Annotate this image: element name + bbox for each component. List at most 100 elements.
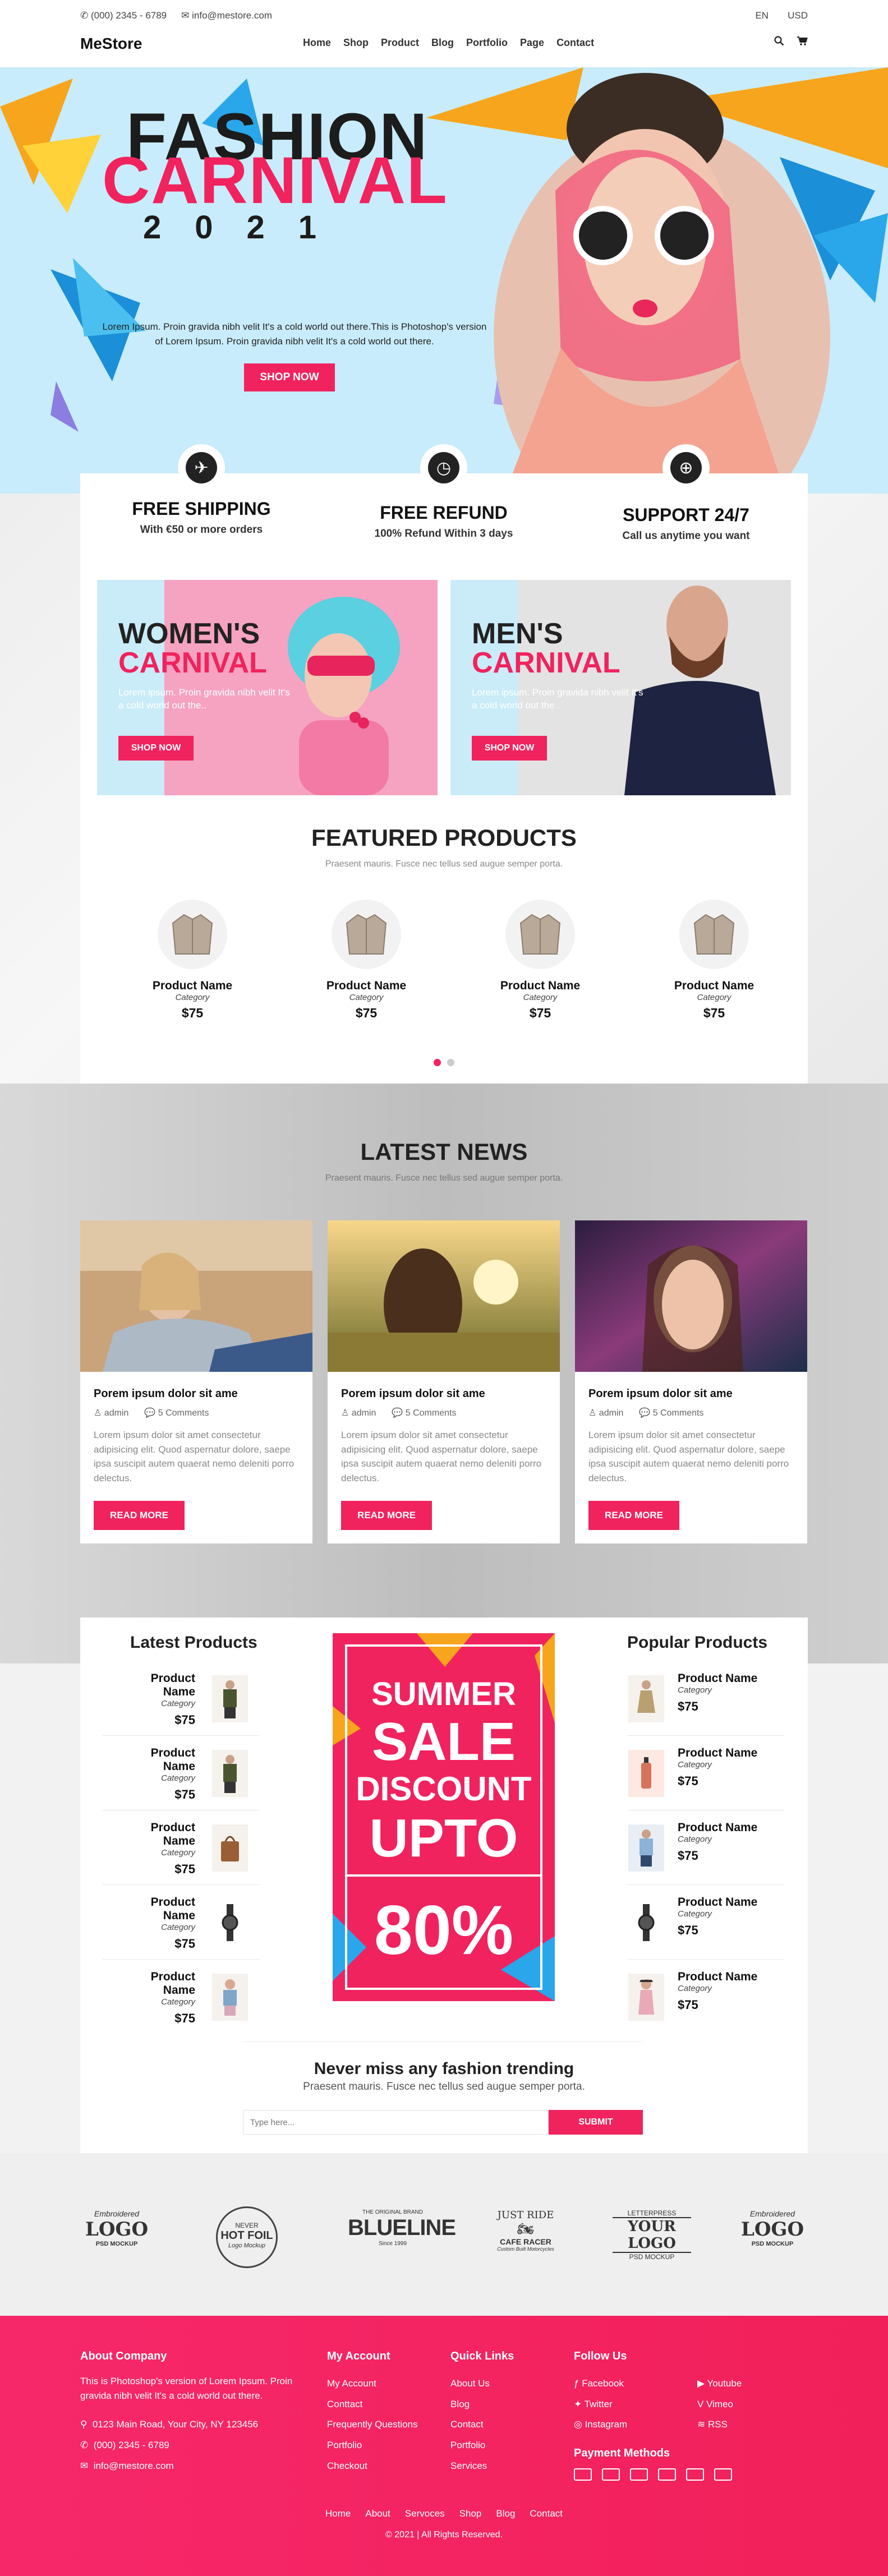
product-name[interactable]: Product Name <box>119 1672 195 1699</box>
nav-portfolio[interactable]: Portfolio <box>466 37 508 49</box>
popular-product-item[interactable]: Product Name Category $75 <box>627 1892 784 1960</box>
product-thumbnail[interactable] <box>212 1750 248 1797</box>
social-instagram[interactable]: ◎ Instagram <box>574 2419 627 2430</box>
product-name[interactable]: Product Name <box>136 979 249 993</box>
cart-icon[interactable] <box>797 36 808 46</box>
footer-link-portfolio[interactable]: Portfolio <box>327 2440 362 2451</box>
product-name[interactable]: Product Name <box>119 1896 195 1923</box>
product-thumbnail[interactable] <box>212 1974 248 2021</box>
popular-product-item[interactable]: Product Name Category $75 <box>627 1818 784 1885</box>
carousel-dot-active[interactable] <box>434 1059 441 1066</box>
product-card[interactable]: Product Name Category $75 <box>658 900 770 1021</box>
product-card[interactable]: Product Name Category $75 <box>136 900 249 1021</box>
news-card[interactable]: Porem ipsum dolor sit ame ♙ admin 💬 5 Com… <box>328 1220 560 1543</box>
news-image[interactable] <box>575 1220 807 1372</box>
footer-link-contact-2[interactable]: Contact <box>450 2419 484 2430</box>
footer-nav-about[interactable]: About <box>365 2508 390 2519</box>
read-more-button[interactable]: READ MORE <box>588 1501 679 1530</box>
social-rss[interactable]: ≋ RSS <box>697 2419 728 2430</box>
comments-meta[interactable]: 💬 5 Comments <box>392 1407 456 1418</box>
product-thumbnail[interactable] <box>628 1675 664 1722</box>
popular-product-item[interactable]: Product Name Category $75 <box>627 1669 784 1736</box>
footer-link-blog[interactable]: Blog <box>450 2399 470 2410</box>
social-youtube[interactable]: ▶ Youtube <box>697 2378 742 2389</box>
comments-meta[interactable]: 💬 5 Comments <box>639 1407 703 1418</box>
latest-product-item[interactable]: Product Name Category $75 <box>103 1892 260 1960</box>
brand-logo[interactable]: THE ORIGINAL BRAND BLUELINE Since 1999 <box>348 2209 456 2247</box>
footer-link-about[interactable]: About Us <box>450 2378 490 2389</box>
latest-product-item[interactable]: Product Name Category $75 <box>103 1743 260 1810</box>
search-icon[interactable] <box>774 36 784 46</box>
footer-link-faq[interactable]: Frequently Questions <box>327 2419 418 2430</box>
product-image[interactable] <box>158 900 227 969</box>
product-name[interactable]: Product Name <box>119 1970 195 1997</box>
nav-shop[interactable]: Shop <box>343 37 369 49</box>
nav-home[interactable]: Home <box>303 37 331 49</box>
product-thumbnail[interactable] <box>628 1899 664 1946</box>
comments-meta[interactable]: 💬 5 Comments <box>144 1407 209 1418</box>
news-card[interactable]: Porem ipsum dolor sit ame ♙ admin 💬 5 Com… <box>575 1220 807 1543</box>
product-image[interactable] <box>505 900 575 969</box>
footer-link-contact[interactable]: Conttact <box>327 2399 362 2410</box>
product-thumbnail[interactable] <box>628 1824 664 1872</box>
news-card[interactable]: Porem ipsum dolor sit ame ♙ admin 💬 5 Com… <box>80 1220 312 1543</box>
brand-logo[interactable]: Embroidered LOGO PSD MOCKUP <box>736 2209 809 2247</box>
nav-blog[interactable]: Blog <box>431 37 454 49</box>
product-thumbnail[interactable] <box>628 1750 664 1797</box>
brand-logo[interactable]: NEVER HOT FOIL Logo Mockup <box>216 2206 278 2268</box>
product-image[interactable] <box>332 900 401 969</box>
footer-nav-services[interactable]: Servoces <box>405 2508 445 2519</box>
social-facebook[interactable]: ƒ Facebook <box>574 2378 624 2389</box>
product-thumbnail[interactable] <box>212 1899 248 1946</box>
product-card[interactable]: Product Name Category $75 <box>484 900 596 1021</box>
product-name[interactable]: Product Name <box>678 1672 757 1685</box>
footer-email[interactable]: ✉ info@mestore.com <box>80 2459 174 2473</box>
product-name[interactable]: Product Name <box>310 979 422 993</box>
summer-sale-banner[interactable]: SUMMER SALE DISCOUNT UPTO 80% <box>333 1633 555 2001</box>
footer-link-my-account[interactable]: My Account <box>327 2378 376 2389</box>
latest-product-item[interactable]: Product Name Category $75 <box>103 1818 260 1885</box>
womens-carnival-banner[interactable]: WOMEN'S CARNIVAL Lorem ipsum. Proin grav… <box>97 580 438 795</box>
footer-nav-blog[interactable]: Blog <box>496 2508 515 2519</box>
popular-product-item[interactable]: Product Name Category $75 <box>627 1743 784 1810</box>
product-image[interactable] <box>679 900 749 969</box>
product-name[interactable]: Product Name <box>658 979 770 993</box>
popular-product-item[interactable]: Product Name Category $75 <box>627 1967 784 2034</box>
nav-page[interactable]: Page <box>520 37 544 49</box>
product-name[interactable]: Product Name <box>678 1821 757 1835</box>
latest-product-item[interactable]: Product Name Category $75 <box>103 1669 260 1736</box>
read-more-button[interactable]: READ MORE <box>341 1501 432 1530</box>
news-title[interactable]: Porem ipsum dolor sit ame <box>341 1388 485 1400</box>
news-image[interactable] <box>80 1220 312 1372</box>
product-name[interactable]: Product Name <box>484 979 596 993</box>
product-name[interactable]: Product Name <box>119 1821 195 1848</box>
language-selector[interactable]: EN <box>755 10 769 21</box>
news-title[interactable]: Porem ipsum dolor sit ame <box>94 1388 238 1400</box>
womens-shop-now-button[interactable]: SHOP NOW <box>118 736 194 761</box>
currency-selector[interactable]: USD <box>788 10 808 21</box>
product-thumbnail[interactable] <box>628 1974 664 2021</box>
footer-nav-contact[interactable]: Contact <box>530 2508 563 2519</box>
product-thumbnail[interactable] <box>212 1824 248 1872</box>
product-card[interactable]: Product Name Category $75 <box>310 900 422 1021</box>
latest-product-item[interactable]: Product Name Category $75 <box>103 1967 260 2034</box>
brand-logo[interactable]: JUST RIDE 🏍 CAFE RACER Custom Built Moto… <box>484 2209 568 2252</box>
news-title[interactable]: Porem ipsum dolor sit ame <box>588 1388 733 1400</box>
footer-nav-shop[interactable]: Shop <box>459 2508 482 2519</box>
mens-shop-now-button[interactable]: SHOP NOW <box>472 736 547 761</box>
news-image[interactable] <box>328 1220 560 1372</box>
brand-logo[interactable]: LETTERPRESS YOUR LOGO PSD MOCKUP <box>613 2209 691 2261</box>
footer-nav-home[interactable]: Home <box>325 2508 351 2519</box>
footer-link-portfolio-2[interactable]: Portfolio <box>450 2440 485 2451</box>
read-more-button[interactable]: READ MORE <box>94 1501 185 1530</box>
nav-product[interactable]: Product <box>381 37 419 49</box>
mens-carnival-banner[interactable]: MEN'S CARNIVAL Lorem ipsum. Proin gravid… <box>450 580 791 795</box>
product-name[interactable]: Product Name <box>678 1746 757 1760</box>
footer-link-checkout[interactable]: Checkout <box>327 2460 367 2472</box>
carousel-dot[interactable] <box>447 1059 454 1066</box>
newsletter-email-input[interactable] <box>243 2110 549 2135</box>
brand-logo[interactable]: Embroidered LOGO PSD MOCKUP <box>80 2209 153 2247</box>
newsletter-submit-button[interactable]: SUBMIT <box>549 2110 643 2135</box>
social-vimeo[interactable]: V Vimeo <box>697 2399 733 2410</box>
product-name[interactable]: Product Name <box>678 1896 757 1909</box>
